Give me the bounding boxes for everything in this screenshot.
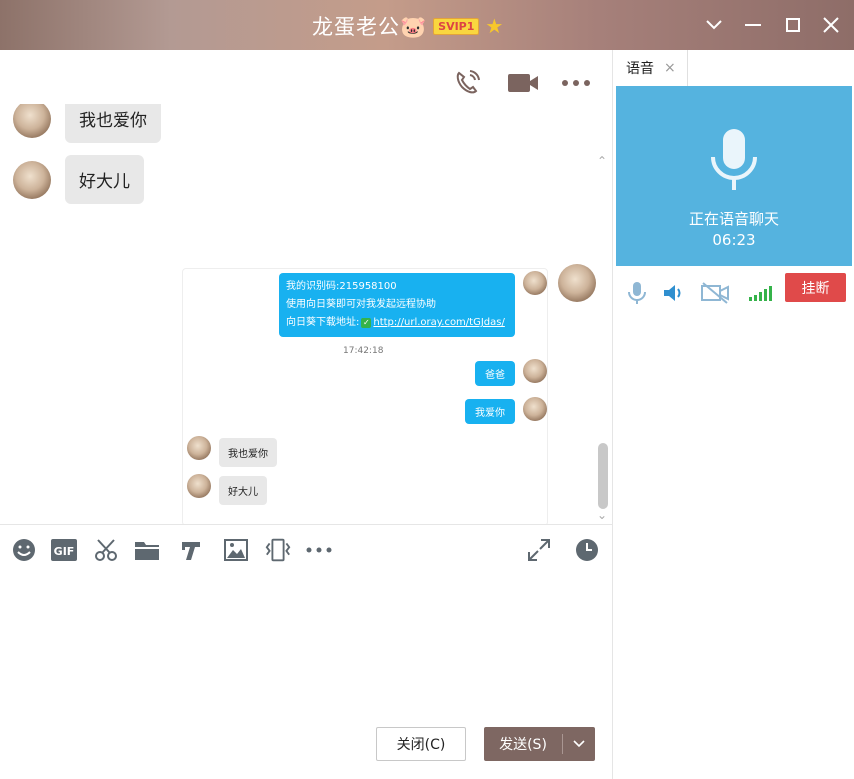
send-label: 发送(S) [499,737,547,753]
vibrate-icon[interactable] [264,535,292,565]
remote-assist-message: 我的识别码:215958100 使用向日葵即可对我发起远程协助 向日葵下载地址:… [279,273,515,337]
close-icon[interactable] [818,12,844,38]
send-button[interactable]: 发送(S) [484,727,595,761]
avatar [523,359,547,383]
chat-window: 龙蛋老公🐷 SVIP1 ★ 我也爱你 好大儿 我的识别码:215958100 使… [0,0,854,779]
avatar [523,397,547,421]
screenshot-bubble: 我爱你 [465,399,515,424]
voice-status: 正在语音聊天 [688,210,779,228]
video-icon[interactable] [507,67,539,99]
title-wrap: 龙蛋老公🐷 SVIP1 ★ [312,10,503,42]
avatar[interactable] [13,104,51,138]
screenshot-bubble: 好大儿 [219,476,267,505]
call-duration: 06:23 [712,231,756,249]
expand-icon[interactable] [525,535,553,565]
chat-top-toolbar [0,50,613,104]
star-badge-icon: ★ [485,14,504,38]
hangup-button[interactable]: 挂断 [785,273,846,302]
font-icon[interactable] [177,535,205,565]
screenshot-line-3: 向日葵下载地址: ✓ http://url.oray.com/tGJdas/ [286,314,508,332]
voice-panel: 正在语音聊天 06:23 [616,86,852,266]
chevron-down-icon[interactable] [701,12,727,38]
close-tab-icon[interactable]: × [664,60,676,76]
check-icon: ✓ [361,318,372,328]
message-bubble: 我也爱你 [65,104,161,143]
timestamp: 17:42:18 [343,346,384,356]
message-item: 我也爱你 [13,104,161,143]
screenshot-line-1: 我的识别码:215958100 [286,281,397,292]
tab-voice[interactable]: 语音 × [614,50,688,86]
avatar [187,436,211,460]
signal-strength-icon [748,280,776,306]
more-icon[interactable] [560,67,592,99]
mic-toggle-icon[interactable] [624,280,650,306]
divider [0,524,613,525]
folder-icon[interactable] [133,535,161,565]
tab-voice-label: 语音 [626,61,654,77]
input-toolbar: GIF [0,535,613,569]
avatar [523,271,547,295]
message-item: 好大儿 [13,155,144,204]
message-bubble: 好大儿 [65,155,144,204]
chevron-down-icon[interactable] [563,740,595,748]
screenshot-bubble: 我也爱你 [219,438,277,467]
more-icon[interactable] [305,535,333,565]
voice-pane: 语音 × 正在语音聊天 06:23 挂断 [614,50,854,779]
screenshot-line-2: 使用向日葵即可对我发起远程协助 [286,299,436,310]
chat-pane: 我也爱你 好大儿 我的识别码:215958100 使用向日葵即可对我发起远程协助… [0,50,613,779]
minimize-icon[interactable] [740,12,766,38]
scroll-up-icon[interactable]: ⌃ [597,154,607,168]
scroll-down-icon[interactable]: ⌄ [597,508,607,522]
download-link: http://url.oray.com/tGJdas/ [373,317,505,328]
image-icon[interactable] [222,535,250,565]
phone-icon[interactable] [451,67,483,99]
gif-label: GIF [54,545,75,558]
window-title: 龙蛋老公🐷 [312,15,428,39]
maximize-icon[interactable] [780,12,806,38]
gif-icon[interactable]: GIF [50,535,78,565]
message-list[interactable]: 我也爱你 好大儿 我的识别码:215958100 使用向日葵即可对我发起远程协助… [0,104,613,524]
microphone-icon [711,129,757,190]
screenshot-bubble: 爸爸 [475,361,515,386]
history-icon[interactable] [573,535,601,565]
avatar[interactable] [13,160,51,199]
close-button[interactable]: 关闭(C) [376,727,466,761]
download-label: 向日葵下载地址: [286,317,360,328]
screenshot-image[interactable]: 我的识别码:215958100 使用向日葵即可对我发起远程协助 向日葵下载地址:… [182,268,548,524]
speaker-icon[interactable] [660,280,686,306]
vip-badge: SVIP1 [433,17,480,35]
message-input[interactable] [8,578,606,738]
scrollbar[interactable] [598,443,608,509]
emoji-icon[interactable] [10,535,38,565]
avatar [187,474,211,498]
title-bar[interactable]: 龙蛋老公🐷 SVIP1 ★ [0,0,854,50]
camera-off-icon[interactable] [700,280,730,306]
avatar[interactable] [558,264,596,302]
scissors-icon[interactable] [92,535,120,565]
